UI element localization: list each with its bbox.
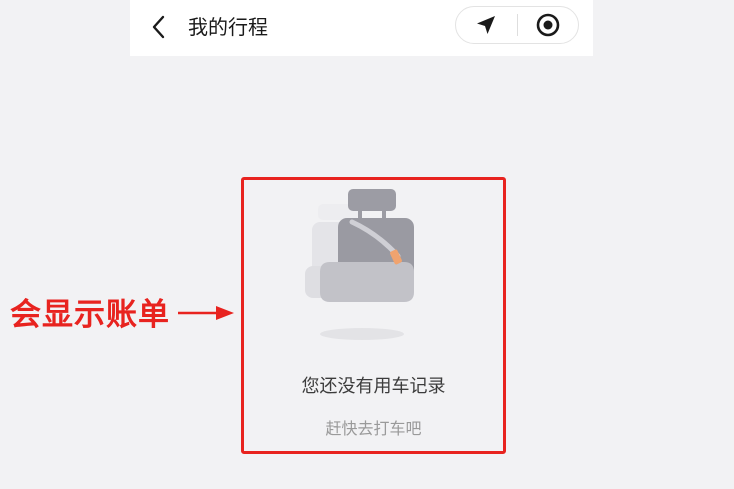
empty-state-title: 您还没有用车记录	[301, 376, 446, 397]
close-mini-program-button[interactable]	[518, 7, 579, 43]
car-seat-icon	[305, 189, 414, 340]
annotation-label: 会显示账单	[10, 297, 170, 333]
navigation-arrow-icon	[477, 16, 496, 34]
arrow-right-icon	[178, 306, 234, 320]
page-title: 我的行程	[188, 15, 268, 39]
top-nav-bar: 我的行程	[130, 0, 593, 56]
target-circle-icon	[536, 13, 560, 37]
chevron-left-icon	[152, 15, 165, 39]
mini-program-capsule	[455, 6, 579, 44]
back-button[interactable]	[144, 12, 174, 42]
empty-state-subtitle: 赶快去打车吧	[325, 419, 422, 438]
location-button[interactable]	[456, 7, 517, 43]
